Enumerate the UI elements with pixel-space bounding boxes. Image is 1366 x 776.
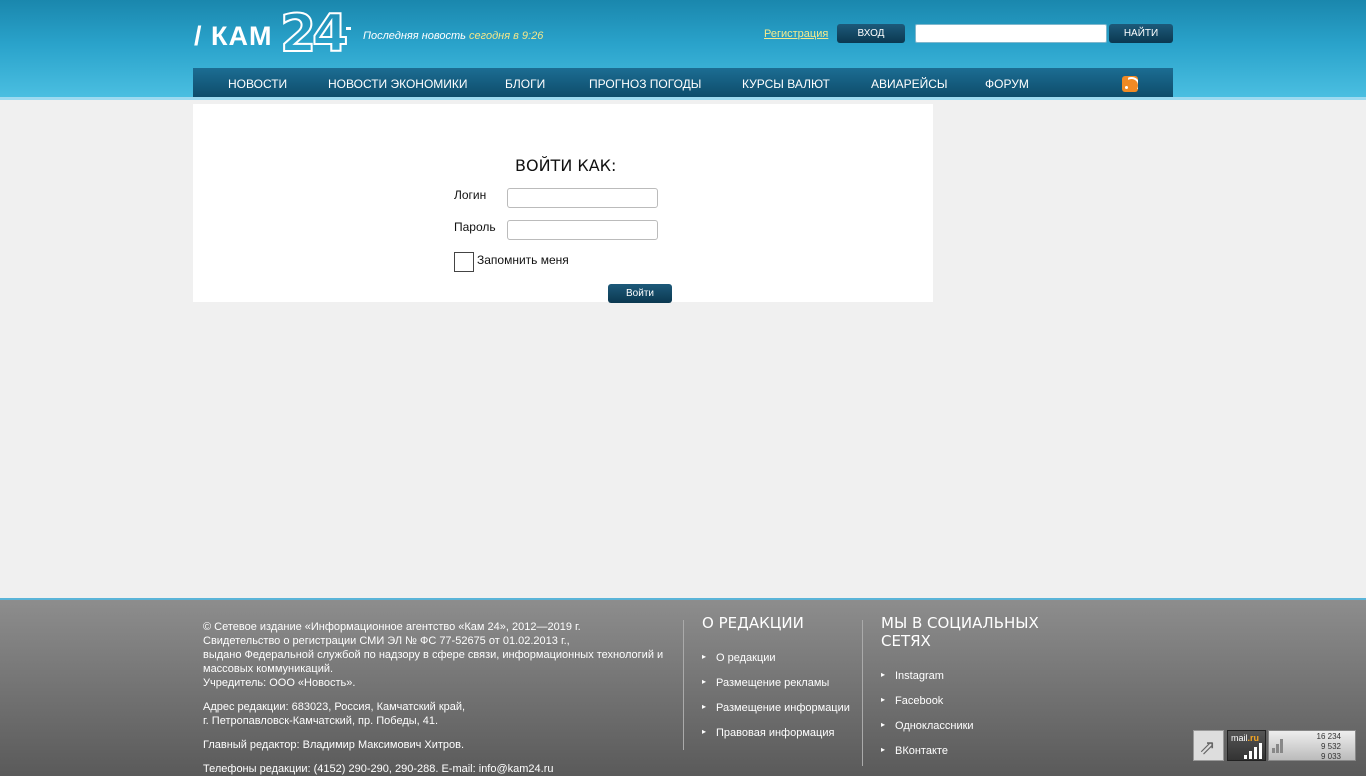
login-field[interactable] [507,188,658,208]
social-heading-line: СЕТЯХ [881,632,931,650]
site-header: / КАМ 24 Последняя новость сегодня в 9:2… [0,0,1366,100]
footer-phones: Телефоны редакции: (4152) 290-290, 290-2… [203,762,554,776]
copyright-line: Свидетельство о регистрации СМИ ЭЛ № ФС … [203,635,570,647]
remember-me-label[interactable]: Запомнить меня [477,253,569,267]
footer-address: Адрес редакции: 683023, Россия, Камчатск… [203,700,465,728]
remember-me-checkbox[interactable] [454,252,474,272]
logo-text: / КАМ [194,21,273,51]
site-footer: © Сетевое издание «Информационное агентс… [0,598,1366,776]
social-heading-line: МЫ В СОЦИАЛЬНЫХ [881,614,1039,632]
nav-item-economy-news[interactable]: НОВОСТИ ЭКОНОМИКИ [328,77,468,91]
site-logo[interactable]: / КАМ 24 [194,3,349,65]
legal-link[interactable]: Правовая информация [716,727,834,739]
copyright-line: Учредитель: ООО «Новость». [203,677,356,689]
copyright-line: выдано Федеральной службой по надзору в … [203,649,664,661]
latest-news-label: Последняя новость [363,30,466,42]
search-button[interactable]: НАЙТИ [1109,24,1173,43]
mail-ru-text: mail [1231,733,1248,743]
social-heading: МЫ В СОЦИАЛЬНЫХ СЕТЯХ [881,614,1039,650]
footer-divider [683,620,684,750]
address-line: г. Петропавловск-Камчатский, пр. Победы,… [203,715,439,727]
bullet-icon: ▸ [881,695,886,704]
instagram-link[interactable]: Instagram [895,670,944,682]
footer-copyright: © Сетевое издание «Информационное агентс… [203,620,663,690]
liveinternet-counter[interactable]: 16 234 9 532 9 033 [1268,730,1356,761]
login-title: ВОЙТИ КАК: [515,156,617,175]
bullet-icon: ▸ [881,745,886,754]
bullet-icon: ▸ [702,702,707,711]
mail-ru-domain: .ru [1247,733,1260,743]
main-nav: НОВОСТИ НОВОСТИ ЭКОНОМИКИ БЛОГИ ПРОГНОЗ … [193,68,1173,99]
search-input[interactable] [915,24,1107,43]
counter-arrow-badge[interactable]: ⇗ [1193,730,1224,761]
footer-divider [862,620,863,766]
about-heading: О РЕДАКЦИИ [702,614,804,632]
ads-link[interactable]: Размещение рекламы [716,677,829,689]
copyright-line: массовых коммуникаций. [203,663,334,675]
phones-text: Телефоны редакции: (4152) 290-290, 290-2… [203,763,476,775]
bullet-icon: ▸ [881,670,886,679]
login-label: Логин [454,188,487,202]
arrow-up-right-icon: ⇗ [1199,737,1216,759]
login-panel: ВОЙТИ КАК: Логин Пароль Запомнить меня В… [193,104,933,303]
facebook-link[interactable]: Facebook [895,695,943,707]
copyright-line: © Сетевое издание «Информационное агентс… [203,621,581,633]
bullet-icon: ▸ [881,720,886,729]
bullet-icon: ▸ [702,677,707,686]
email-link[interactable]: info@kam24.ru [479,763,554,775]
nav-item-forum[interactable]: ФОРУМ [985,77,1029,91]
nav-item-news[interactable]: НОВОСТИ [228,77,287,91]
about-link[interactable]: О редакции [716,652,776,664]
stats-bars-icon [1272,739,1286,753]
bullet-icon: ▸ [702,652,707,661]
bullet-icon: ▸ [702,727,707,736]
password-field[interactable] [507,220,658,240]
latest-news-time[interactable]: сегодня в 9:26 [469,30,543,42]
password-label: Пароль [454,220,496,234]
register-link[interactable]: Регистрация [764,28,828,40]
counter-value: 9 532 [1320,742,1341,751]
footer-editor: Главный редактор: Владимир Максимович Хи… [203,739,465,751]
nav-item-blogs[interactable]: БЛОГИ [505,77,545,91]
login-button[interactable]: ВХОД [837,24,905,43]
address-line: Адрес редакции: 683023, Россия, Камчатск… [203,701,466,713]
counter-value: 9 033 [1320,752,1341,761]
nav-item-weather[interactable]: ПРОГНОЗ ПОГОДЫ [589,77,701,91]
site-counters: ⇗ mail.ru 16 234 9 532 9 033 [1193,730,1356,761]
logo-number: 24 [279,3,349,65]
nav-item-currency[interactable]: КУРСЫ ВАЛЮТ [742,77,830,91]
nav-item-flights[interactable]: АВИАРЕЙСЫ [871,77,948,91]
counter-value: 16 234 [1316,732,1341,741]
logo-separator [346,27,351,30]
signal-bars-icon [1244,743,1264,759]
mail-ru-counter[interactable]: mail.ru [1227,730,1266,761]
info-placement-link[interactable]: Размещение информации [716,702,850,714]
odnoklassniki-link[interactable]: Одноклассники [895,720,974,732]
latest-news: Последняя новость сегодня в 9:26 [363,30,543,42]
mail-ru-label: mail.ru [1231,733,1259,743]
submit-login-button[interactable]: Войти [608,284,672,303]
vkontakte-link[interactable]: ВКонтакте [895,745,948,757]
rss-icon[interactable] [1122,76,1138,92]
